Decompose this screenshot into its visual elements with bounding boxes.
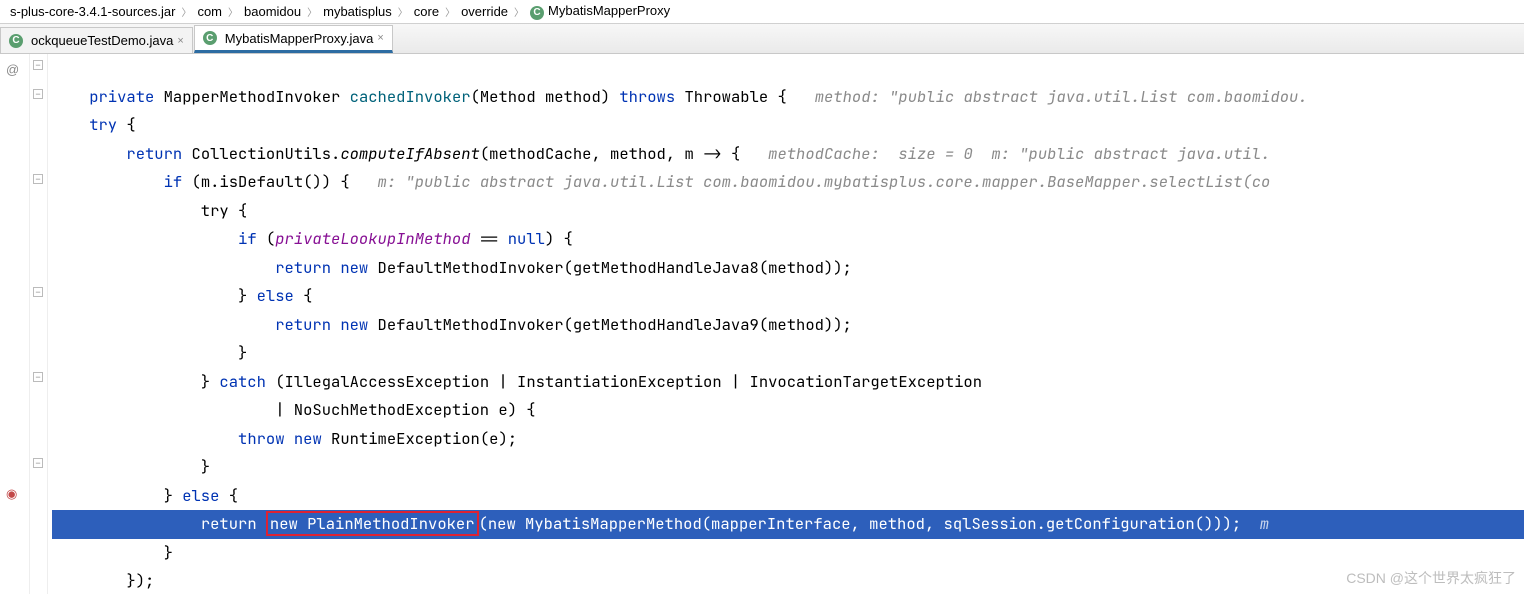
close-icon[interactable]: × [177,35,183,47]
code-line: }); [52,570,154,591]
code-line: } [52,456,210,477]
breakpoint-icon[interactable]: ◉ [6,486,17,502]
code-line: return new DefaultMethodInvoker(getMetho… [52,314,852,335]
tab-label: ockqueueTestDemo.java [31,33,173,48]
override-icon[interactable]: @ [6,62,19,77]
crumb-4[interactable]: core [408,4,445,19]
code-line: if (m.isDefault()) { m: "public abstract… [52,171,1270,192]
code-line: return new DefaultMethodInvoker(getMetho… [52,257,852,278]
close-icon[interactable]: × [377,32,383,44]
chevron-right-icon: 〉 [514,4,524,19]
code-line: } [52,542,173,563]
editor: @ ◉ − − − − − − private MapperMethodInvo… [0,54,1524,594]
code-line: private MapperMethodInvoker cachedInvoke… [52,86,1308,107]
tab-label: MybatisMapperProxy.java [225,31,374,46]
red-highlight-box: new PlainMethodInvoker [266,511,479,536]
breadcrumb[interactable]: s-plus-core-3.4.1-sources.jar〉 com〉 baom… [0,0,1524,24]
gutter[interactable]: @ ◉ [0,54,30,594]
class-icon: C [9,34,23,48]
tab-mybatismapperproxy[interactable]: C MybatisMapperProxy.java × [194,25,393,53]
code-line: | NoSuchMethodException e) { [52,399,536,420]
chevron-right-icon: 〉 [445,4,455,19]
crumb-2[interactable]: baomidou [238,4,307,19]
crumb-3[interactable]: mybatisplus [317,4,398,19]
code-line: throw new RuntimeException(e); [52,428,517,449]
fold-toggle[interactable]: − [33,60,43,70]
class-icon: C [530,6,544,20]
crumb-0[interactable]: s-plus-core-3.4.1-sources.jar [4,4,181,19]
class-icon: C [203,31,217,45]
chevron-right-icon: 〉 [228,4,238,19]
fold-toggle[interactable]: − [33,89,43,99]
tab-ockqueue[interactable]: C ockqueueTestDemo.java × [0,27,193,53]
chevron-right-icon: 〉 [307,4,317,19]
code-area[interactable]: private MapperMethodInvoker cachedInvoke… [48,54,1524,594]
code-line: try { [52,200,247,221]
chevron-right-icon: 〉 [398,4,408,19]
code-line: } else { [52,285,312,306]
chevron-right-icon: 〉 [181,4,191,19]
fold-toggle[interactable]: − [33,458,43,468]
code-line: } else { [52,485,238,506]
editor-tabs: C ockqueueTestDemo.java × C MybatisMappe… [0,24,1524,54]
code-line: return CollectionUtils.computeIfAbsent(m… [52,143,1270,164]
crumb-6[interactable]: CMybatisMapperProxy [524,3,676,20]
code-line: } catch (IllegalAccessException | Instan… [52,371,982,392]
fold-toggle[interactable]: − [33,174,43,184]
fold-gutter[interactable]: − − − − − − [30,54,48,594]
code-line: try { [52,114,136,135]
fold-toggle[interactable]: − [33,372,43,382]
crumb-1[interactable]: com [191,4,228,19]
code-line: if (privateLookupInMethod == null) { [52,228,573,249]
code-line: } [52,342,247,363]
fold-toggle[interactable]: − [33,287,43,297]
highlighted-line: return new PlainMethodInvoker(new Mybati… [52,510,1524,539]
crumb-5[interactable]: override [455,4,514,19]
